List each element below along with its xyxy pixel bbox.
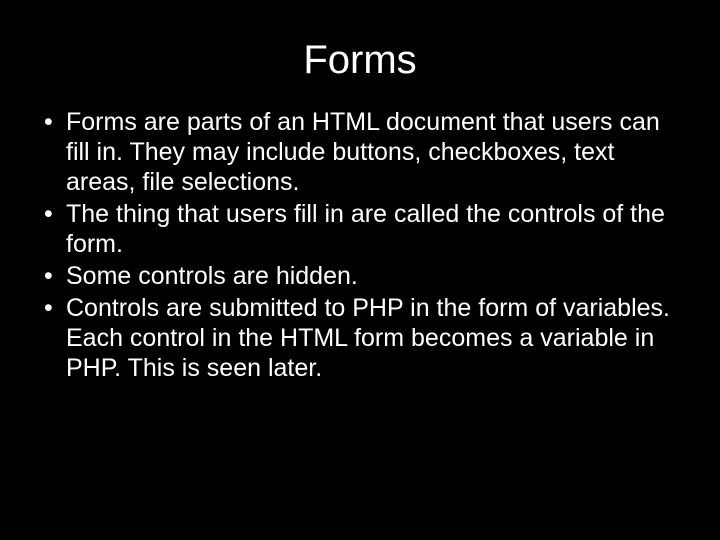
- list-item: Forms are parts of an HTML document that…: [38, 107, 690, 197]
- list-item: The thing that users fill in are called …: [38, 199, 690, 259]
- list-item: Some controls are hidden.: [38, 261, 690, 291]
- bullet-list: Forms are parts of an HTML document that…: [30, 107, 690, 383]
- slide-title: Forms: [30, 38, 690, 83]
- list-item: Controls are submitted to PHP in the for…: [38, 293, 690, 383]
- slide-container: Forms Forms are parts of an HTML documen…: [0, 0, 720, 540]
